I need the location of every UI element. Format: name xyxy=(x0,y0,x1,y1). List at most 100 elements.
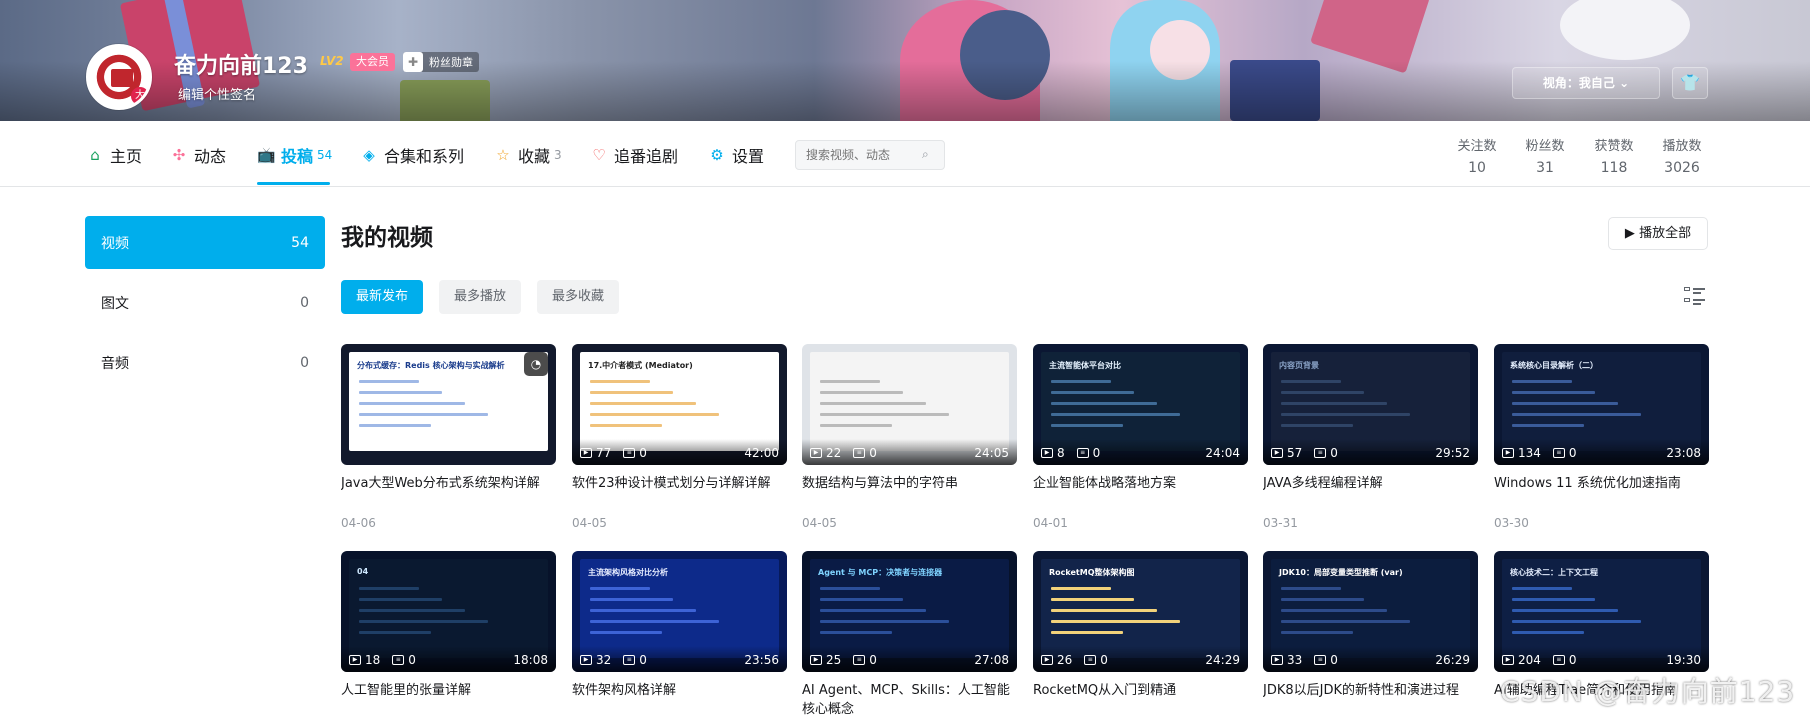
slide-line xyxy=(1051,631,1123,634)
sidebar-item-video[interactable]: 视频 54 xyxy=(85,216,325,269)
video-card[interactable]: 系统核心目录解析（二） ▶ 134 ≡ 0 23:08 Windows 11 系统优化加速指… xyxy=(1494,344,1709,530)
video-title[interactable]: JDK8以后JDK的新特性和演进过程 xyxy=(1263,681,1478,700)
active-tab-indicator xyxy=(257,182,330,185)
video-title[interactable]: Windows 11 系统优化加速指南 xyxy=(1494,474,1709,493)
video-card[interactable]: ▶ 22 ≡ 0 24:05 数据结构与算法中的字符串 04-05 xyxy=(802,344,1017,530)
gear-icon: ⚙ xyxy=(710,146,724,164)
tab-dynamic[interactable]: ✣ 动态 xyxy=(170,143,226,167)
danmaku-count: ≡ 0 xyxy=(1076,446,1100,460)
video-thumbnail[interactable]: 主流架构风格对比分析 ▶ 32 ≡ 0 23:56 xyxy=(572,551,787,672)
video-card[interactable]: Agent 与 MCP：决策者与连接器 ▶ 25 ≡ 0 27:08 AI Agent、MC… xyxy=(802,551,1017,719)
sidebar-item-audio[interactable]: 音频 0 xyxy=(85,336,325,389)
slide-line xyxy=(1281,609,1387,612)
slide-line xyxy=(1281,413,1410,416)
slide-line xyxy=(1051,413,1180,416)
stat-following[interactable]: 关注数 10 xyxy=(1447,135,1507,176)
video-thumbnail[interactable]: 核心技术二：上下文工程 ▶ 204 ≡ 0 19:30 xyxy=(1494,551,1709,672)
video-thumbnail[interactable]: 17.中介者模式 (Mediator) ▶ 77 ≡ 0 42:00 xyxy=(572,344,787,465)
video-title[interactable]: 数据结构与算法中的字符串 xyxy=(802,474,1017,493)
slide-line xyxy=(1281,587,1341,590)
slide-line xyxy=(590,424,662,427)
avatar[interactable]: 大 xyxy=(86,44,152,110)
play-icon: ▶ xyxy=(1041,448,1053,458)
video-thumbnail[interactable]: 内容页背景 ▶ 57 ≡ 0 29:52 xyxy=(1263,344,1478,465)
video-title[interactable]: JAVA多线程编程详解 xyxy=(1263,474,1478,493)
video-card[interactable]: 17.中介者模式 (Mediator) ▶ 77 ≡ 0 42:00 软件23种设计模式划分… xyxy=(572,344,787,530)
sort-latest[interactable]: 最新发布 xyxy=(341,280,424,314)
play-count: ▶ 26 xyxy=(1041,653,1072,667)
sidebar-item-article[interactable]: 图文 0 xyxy=(85,276,325,329)
page-title: 我的视频 xyxy=(341,225,433,251)
video-card[interactable]: JDK10：局部变量类型推断 (var) ▶ 33 ≡ 0 26:29 JDK8以后JDK的… xyxy=(1263,551,1478,700)
slide-line xyxy=(1051,424,1123,427)
video-title[interactable]: 企业智能体战略落地方案 xyxy=(1033,474,1248,493)
tab-settings[interactable]: ⚙ 设置 xyxy=(708,143,764,167)
video-duration: 24:04 xyxy=(1205,446,1240,460)
stat-label: 获赞数 xyxy=(1594,139,1634,154)
video-card[interactable]: RocketMQ整体架构图 ▶ 26 ≡ 0 24:29 RocketMQ从入门到精通 xyxy=(1033,551,1248,700)
tab-favorites[interactable]: ☆ 收藏 3 xyxy=(494,143,561,167)
video-title[interactable]: AI Agent、MCP、Skills：人工智能核心概念 xyxy=(802,681,1017,719)
watch-later-icon[interactable]: ◔ xyxy=(524,352,548,376)
video-title[interactable]: Java大型Web分布式系统架构详解 xyxy=(341,474,556,493)
video-thumbnail[interactable]: RocketMQ整体架构图 ▶ 26 ≡ 0 24:29 xyxy=(1033,551,1248,672)
sort-most-played[interactable]: 最多播放 xyxy=(439,280,522,314)
video-thumbnail[interactable]: 04 ▶ 18 ≡ 0 18:08 xyxy=(341,551,556,672)
slide-line xyxy=(820,402,926,405)
video-card[interactable]: 内容页背景 ▶ 57 ≡ 0 29:52 JAVA多线程编程详解 03-31 xyxy=(1263,344,1478,530)
play-icon: ▶ xyxy=(810,448,822,458)
slide-line xyxy=(1051,402,1157,405)
thumbnail-slide: RocketMQ整体架构图 xyxy=(1041,559,1240,658)
stat-fans[interactable]: 粉丝数 31 xyxy=(1515,135,1575,176)
sort-most-favorited[interactable]: 最多收藏 xyxy=(537,280,620,314)
slide-line xyxy=(359,413,488,416)
play-icon: ▶ xyxy=(1271,448,1283,458)
video-duration: 18:08 xyxy=(513,653,548,667)
danmaku-count: ≡ 0 xyxy=(1552,446,1577,460)
video-card[interactable]: 主流智能体平台对比 ▶ 8 ≡ 0 24:04 企业智能体战略落地方案 04-01 xyxy=(1033,344,1248,530)
vip-badge[interactable]: 大会员 xyxy=(350,53,395,71)
slide-line xyxy=(1512,598,1595,601)
play-count-value: 18 xyxy=(365,653,381,667)
video-thumbnail[interactable]: 主流智能体平台对比 ▶ 8 ≡ 0 24:04 xyxy=(1033,344,1248,465)
video-thumbnail[interactable]: 分布式缓存：Redis 核心架构与实战解析 ◔ xyxy=(341,344,556,465)
search-icon[interactable]: ⌕ xyxy=(922,147,929,162)
play-icon: ▶ xyxy=(1502,655,1514,665)
view-as-dropdown[interactable]: 视角：我自己 ⌄ xyxy=(1512,67,1660,99)
tab-collections[interactable]: ◈ 合集和系列 xyxy=(360,143,464,167)
danmaku-icon: ≡ xyxy=(623,655,636,665)
slide-line xyxy=(590,380,650,383)
video-title[interactable]: 软件23种设计模式划分与详解详解 xyxy=(572,474,787,493)
fan-medal[interactable]: ✚ 粉丝勋章 xyxy=(403,52,479,72)
play-all-button[interactable]: ▶ 播放全部 xyxy=(1608,217,1708,250)
banner-art xyxy=(1560,0,1690,60)
video-title[interactable]: 软件架构风格详解 xyxy=(572,681,787,700)
danmaku-count-value: 0 xyxy=(639,653,647,667)
video-title[interactable]: 人工智能里的张量详解 xyxy=(341,681,556,700)
slide-line xyxy=(590,402,696,405)
star-icon: ☆ xyxy=(496,146,510,164)
video-card[interactable]: 04 ▶ 18 ≡ 0 18:08 人工智能里的张量详解 xyxy=(341,551,556,700)
list-view-icon[interactable] xyxy=(1684,287,1706,307)
signature[interactable]: 编辑个性签名 xyxy=(178,84,256,103)
video-thumbnail[interactable]: 系统核心目录解析（二） ▶ 134 ≡ 0 23:08 xyxy=(1494,344,1709,465)
danmaku-count: ≡ 0 xyxy=(853,446,877,460)
danmaku-count: ≡ 0 xyxy=(623,446,647,460)
stat-label: 关注数 xyxy=(1457,139,1497,154)
tab-bangumi[interactable]: ♡ 追番追剧 xyxy=(590,143,678,167)
play-count: ▶ 134 xyxy=(1502,446,1541,460)
video-card[interactable]: 分布式缓存：Redis 核心架构与实战解析 ◔ Java大型Web分布式系统架构详解… xyxy=(341,344,556,530)
video-thumbnail[interactable]: Agent 与 MCP：决策者与连接器 ▶ 25 ≡ 0 27:08 xyxy=(802,551,1017,672)
shirt-icon[interactable]: 👕 xyxy=(1672,67,1708,99)
video-thumbnail[interactable]: JDK10：局部变量类型推断 (var) ▶ 33 ≡ 0 26:29 xyxy=(1263,551,1478,672)
video-card[interactable]: 主流架构风格对比分析 ▶ 32 ≡ 0 23:56 软件架构风格详解 xyxy=(572,551,787,700)
slide-line xyxy=(359,587,419,590)
play-icon: ▶ xyxy=(1502,448,1514,458)
video-thumbnail[interactable]: ▶ 22 ≡ 0 24:05 xyxy=(802,344,1017,465)
slide-line xyxy=(820,598,903,601)
danmaku-count-value: 0 xyxy=(408,653,416,667)
tab-uploads[interactable]: 📺 投稿 54 xyxy=(257,143,332,167)
thumbnail-slide: 内容页背景 xyxy=(1271,352,1470,451)
video-title[interactable]: RocketMQ从入门到精通 xyxy=(1033,681,1248,700)
tab-home[interactable]: ⌂ 主页 xyxy=(86,143,142,167)
